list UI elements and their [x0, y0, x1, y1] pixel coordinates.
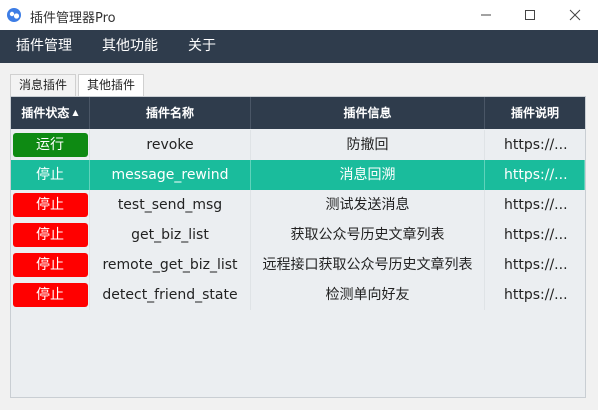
- status-button[interactable]: 运行: [12, 133, 88, 157]
- table-header: 插件状态 ▲ 插件名称 插件信息 插件说明: [11, 97, 585, 129]
- plugin-name-cell: revoke: [90, 130, 251, 160]
- plugin-info-cell: 测试发送消息: [251, 190, 485, 220]
- tab-message-plugins[interactable]: 消息插件: [10, 74, 77, 96]
- status-button[interactable]: 停止: [12, 193, 88, 217]
- status-button[interactable]: 停止: [12, 223, 88, 247]
- plugin-name-cell: test_send_msg: [90, 190, 251, 220]
- plugin-desc-cell: https://...: [504, 287, 568, 303]
- title-bar: 插件管理器Pro: [0, 0, 598, 30]
- status-button[interactable]: 停止: [12, 253, 88, 277]
- table-row[interactable]: 停止 get_biz_list 获取公众号历史文章列表 https://...: [11, 220, 585, 250]
- status-cell: 停止: [11, 190, 90, 220]
- column-header-desc[interactable]: 插件说明: [485, 97, 585, 129]
- plugin-desc-cell: https://...: [504, 137, 568, 153]
- status-button[interactable]: 停止: [12, 283, 88, 307]
- plugin-desc-cell: https://...: [504, 227, 568, 243]
- plugin-name-cell: get_biz_list: [90, 220, 251, 250]
- menu-bar: 插件管理 其他功能 关于: [0, 30, 598, 63]
- column-header-label: 插件状态: [21, 106, 70, 120]
- plugin-name-cell: detect_friend_state: [90, 280, 251, 310]
- sort-asc-icon: ▲: [72, 108, 79, 117]
- plugin-info-cell: 消息回溯: [251, 160, 485, 190]
- maximize-icon[interactable]: [507, 0, 553, 30]
- plugin-name-cell: remote_get_biz_list: [90, 250, 251, 280]
- table-row[interactable]: 运行 revoke 防撤回 https://...: [11, 130, 585, 160]
- minimize-icon[interactable]: [463, 0, 509, 30]
- plugin-name-cell: message_rewind: [90, 160, 251, 190]
- column-header-status[interactable]: 插件状态 ▲: [11, 97, 90, 129]
- tab-other-plugins[interactable]: 其他插件: [78, 74, 145, 96]
- plugin-desc-cell: https://...: [504, 197, 568, 213]
- menu-about[interactable]: 关于: [173, 30, 231, 63]
- close-icon[interactable]: [552, 0, 598, 30]
- tab-bar: 消息插件 其他插件: [10, 74, 146, 96]
- table-row-selected[interactable]: 停止 message_rewind 消息回溯 https://...: [11, 160, 585, 190]
- plugin-info-cell: 防撤回: [251, 130, 485, 160]
- app-logo-icon: [6, 7, 22, 23]
- table-row[interactable]: 停止 detect_friend_state 检测单向好友 https://..…: [11, 280, 585, 310]
- menu-other-functions[interactable]: 其他功能: [87, 30, 173, 63]
- plugin-desc-cell: https://...: [504, 257, 568, 273]
- table-body: 运行 revoke 防撤回 https://... 停止 message_rew…: [11, 130, 585, 310]
- plugin-table: 插件状态 ▲ 插件名称 插件信息 插件说明 运行 revoke 防撤回 https…: [10, 96, 586, 398]
- plugin-info-cell: 远程接口获取公众号历史文章列表: [251, 250, 485, 280]
- menu-plugin-management[interactable]: 插件管理: [0, 30, 87, 63]
- window-title: 插件管理器Pro: [30, 11, 116, 26]
- status-button[interactable]: 停止: [13, 163, 88, 187]
- column-header-name[interactable]: 插件名称: [90, 97, 251, 129]
- status-cell: 停止: [11, 220, 90, 250]
- column-header-info[interactable]: 插件信息: [251, 97, 485, 129]
- plugin-info-cell: 获取公众号历史文章列表: [251, 220, 485, 250]
- status-cell: 停止: [11, 160, 90, 190]
- plugin-info-cell: 检测单向好友: [251, 280, 485, 310]
- main-content: 消息插件 其他插件 插件状态 ▲ 插件名称 插件信息 插件说明 运行 revoke…: [0, 63, 598, 410]
- table-row[interactable]: 停止 remote_get_biz_list 远程接口获取公众号历史文章列表 h…: [11, 250, 585, 280]
- status-cell: 停止: [11, 250, 90, 280]
- status-cell: 停止: [11, 280, 90, 310]
- table-row[interactable]: 停止 test_send_msg 测试发送消息 https://...: [11, 190, 585, 220]
- plugin-desc-cell: https://...: [485, 160, 585, 190]
- status-cell: 运行: [11, 130, 90, 160]
